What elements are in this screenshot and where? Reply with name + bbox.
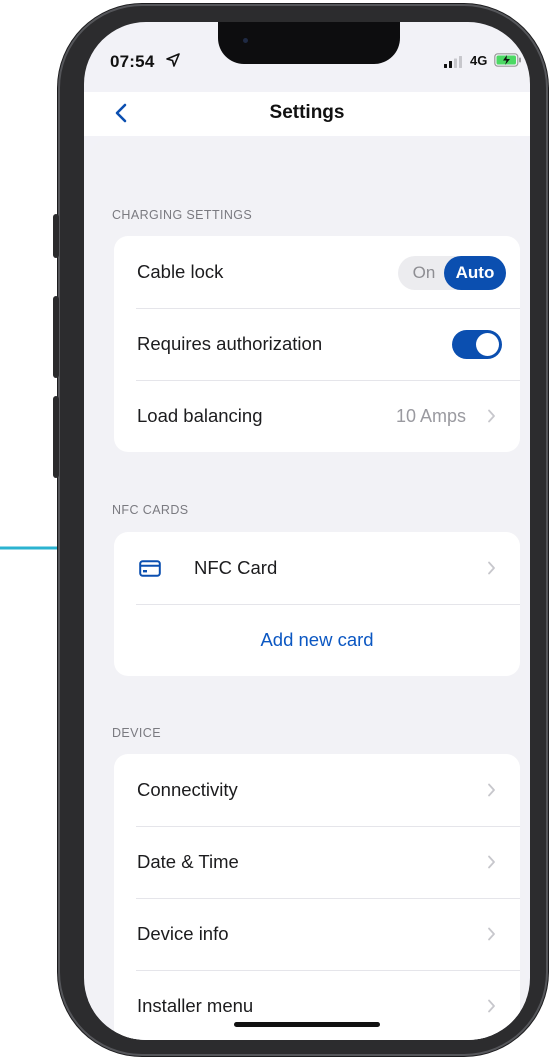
mute-switch (53, 214, 59, 258)
charging-settings-group: Cable lock On Auto Requires authorizatio… (114, 236, 520, 452)
volume-down-button (53, 396, 59, 478)
add-card-row: Add new card (114, 604, 520, 676)
status-time: 07:54 (110, 52, 155, 71)
navigation-bar: Settings (84, 92, 530, 136)
chevron-right-icon (488, 999, 495, 1013)
requires-authorization-toggle[interactable] (452, 330, 502, 359)
battery-charging-icon (494, 53, 521, 67)
add-new-card-button[interactable]: Add new card (114, 629, 520, 651)
cable-lock-row: Cable lock On Auto (114, 236, 520, 308)
chevron-right-icon (488, 561, 495, 575)
front-camera (243, 38, 248, 43)
volume-up-button (53, 296, 59, 378)
device-item-connectivity[interactable]: Connectivity (114, 754, 520, 826)
load-balancing-value: 10 Amps (395, 405, 466, 426)
device-item-label: Date & Time (137, 851, 239, 872)
device-item-installer-menu[interactable]: Installer menu (114, 970, 520, 1040)
load-balancing-label: Load balancing (137, 405, 263, 426)
chevron-right-icon (488, 855, 495, 869)
device-item-date-time[interactable]: Date & Time (114, 826, 520, 898)
settings-content: CHARGING SETTINGS Cable lock On Auto Req… (88, 138, 526, 1040)
section-header-device: DEVICE (112, 726, 161, 740)
phone-notch (218, 22, 400, 64)
section-header-charging: CHARGING SETTINGS (112, 208, 253, 222)
cable-lock-option-auto[interactable]: Auto (444, 256, 506, 290)
signal-icon (444, 56, 462, 68)
nfc-cards-group: NFC Card Add new card (114, 532, 520, 676)
chevron-right-icon (488, 409, 495, 423)
cable-lock-segmented-control: On Auto (398, 256, 506, 290)
device-item-label: Installer menu (137, 995, 254, 1016)
load-balancing-row[interactable]: Load balancing 10 Amps (114, 380, 520, 452)
home-indicator[interactable] (234, 1022, 380, 1027)
nfc-card-row[interactable]: NFC Card (114, 532, 520, 604)
nfc-card-label: NFC Card (194, 557, 278, 578)
location-arrow-icon (166, 53, 180, 67)
device-item-device-info[interactable]: Device info (114, 898, 520, 970)
section-header-nfc: NFC CARDS (112, 503, 189, 517)
device-item-label: Device info (137, 923, 229, 944)
cable-lock-label: Cable lock (137, 261, 224, 282)
chevron-right-icon (488, 783, 495, 797)
chevron-right-icon (488, 927, 495, 941)
page-title: Settings (269, 102, 345, 123)
requires-authorization-label: Requires authorization (137, 333, 323, 354)
phone-screen: 07:54 4G Settings CHARGING SETTINGS Cabl… (84, 22, 530, 1040)
card-icon (139, 559, 161, 577)
cable-lock-option-on[interactable]: On (398, 256, 450, 290)
network-type: 4G (470, 53, 488, 68)
device-group: Connectivity Date & Time Device info Ins… (114, 754, 520, 1040)
toggle-knob (476, 333, 499, 356)
requires-authorization-row: Requires authorization (114, 308, 520, 380)
device-item-label: Connectivity (137, 779, 238, 800)
